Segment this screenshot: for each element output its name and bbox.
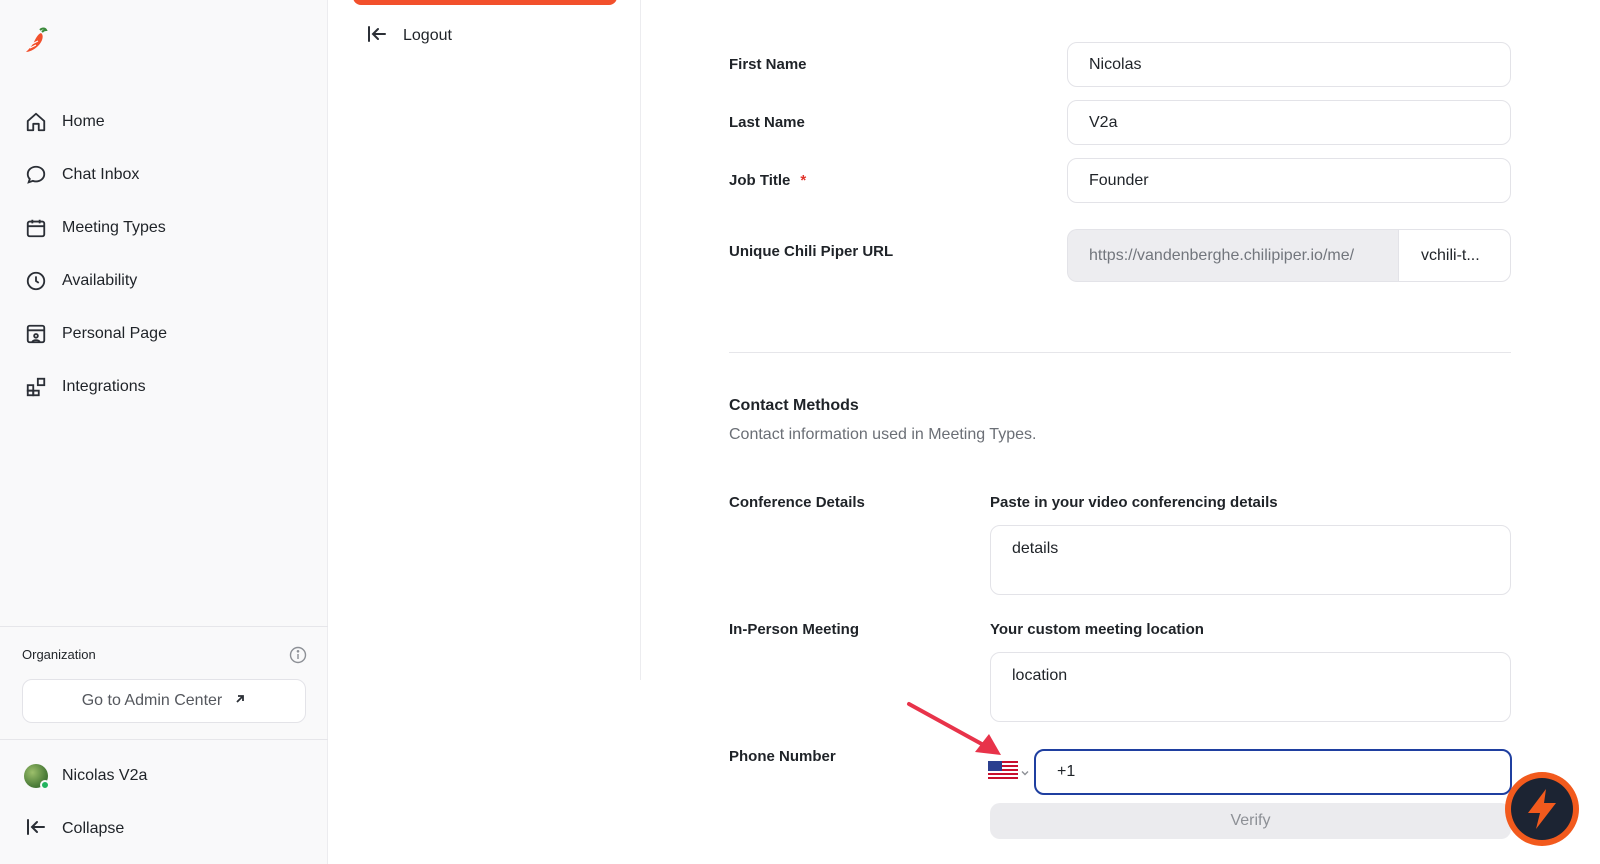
chevron-down-icon[interactable] (1020, 765, 1030, 776)
profile-menu-column: Logout (329, 0, 641, 680)
sidebar-item-label: Chat Inbox (62, 166, 140, 183)
collapse-arrow-icon (24, 815, 48, 844)
url-prefix: https://vandenberghe.chilipiper.io/me/ (1067, 229, 1398, 282)
avatar (24, 764, 50, 790)
collapse-label: Collapse (62, 820, 125, 837)
first-name-input[interactable]: Nicolas (1067, 42, 1511, 87)
conference-details-sublabel: Paste in your video conferencing details (990, 494, 1278, 511)
annotation-arrow-icon (907, 702, 1001, 755)
online-status-dot (40, 780, 50, 790)
job-title-label-text: Job Title (729, 172, 791, 189)
conference-details-textarea[interactable]: details (990, 525, 1511, 595)
job-title-input[interactable]: Founder (1067, 158, 1511, 203)
us-flag-icon[interactable] (988, 761, 1018, 781)
sidebar-item-availability[interactable]: Availability (24, 261, 304, 301)
logout-label: Logout (403, 27, 452, 44)
arrow-up-right-icon (234, 692, 246, 710)
phone-number-input[interactable]: +1 (1034, 749, 1512, 795)
conference-details-label: Conference Details (729, 494, 865, 511)
section-divider (729, 352, 1511, 353)
organization-section: Organization Go to Admin Center (0, 626, 328, 740)
sidebar-item-label: Meeting Types (62, 219, 166, 236)
phone-number-label: Phone Number (729, 748, 836, 765)
clock-icon (24, 269, 48, 293)
sidebar-item-home[interactable]: Home (24, 102, 304, 142)
sidebar-item-label: Personal Page (62, 325, 167, 342)
admin-button-label: Go to Admin Center (81, 692, 223, 709)
url-slug-input[interactable]: vchili-t... (1398, 229, 1511, 282)
first-name-label: First Name (729, 56, 807, 73)
personal-page-icon (24, 322, 48, 346)
sidebar-item-integrations[interactable]: Integrations (24, 367, 304, 407)
verify-button[interactable]: Verify (990, 803, 1511, 839)
info-icon[interactable] (289, 646, 307, 664)
chat-bubble-icon (24, 163, 48, 187)
sidebar-item-label: Integrations (62, 378, 146, 395)
sidebar-item-meeting-types[interactable]: Meeting Types (24, 208, 304, 248)
lightning-bolt-icon (1511, 778, 1573, 840)
sidebar-item-label: Home (62, 113, 105, 130)
integrations-icon (24, 375, 48, 399)
required-marker: * (800, 172, 807, 189)
sidebar-item-label: Availability (62, 272, 138, 289)
user-name: Nicolas V2a (62, 767, 148, 784)
sidebar: Home Chat Inbox Meeting Types Availabili… (0, 0, 328, 864)
chili-piper-logo-icon[interactable] (24, 26, 50, 56)
contact-methods-subtitle: Contact information used in Meeting Type… (729, 426, 1037, 443)
go-to-admin-center-button[interactable]: Go to Admin Center (22, 679, 306, 723)
contact-methods-title: Contact Methods (729, 397, 859, 414)
organization-title: Organization (22, 647, 96, 662)
sidebar-item-personal-page[interactable]: Personal Page (24, 314, 304, 354)
user-profile[interactable]: Nicolas V2a (24, 756, 147, 796)
in-person-meeting-sublabel: Your custom meeting location (990, 621, 1204, 638)
last-name-label: Last Name (729, 114, 805, 131)
calendar-icon (24, 216, 48, 240)
chili-piper-launcher-button[interactable] (1505, 772, 1579, 846)
last-name-input[interactable]: V2a (1067, 100, 1511, 145)
in-person-meeting-label: In-Person Meeting (729, 621, 860, 638)
sidebar-item-chat-inbox[interactable]: Chat Inbox (24, 155, 304, 195)
unique-url-label: Unique Chili Piper URL (729, 243, 894, 260)
home-icon (24, 110, 48, 134)
in-person-location-textarea[interactable]: location (990, 652, 1511, 722)
logout-button[interactable]: Logout (365, 20, 452, 52)
logout-icon (365, 22, 389, 51)
collapse-button[interactable]: Collapse (24, 809, 124, 849)
active-tab-indicator (353, 0, 617, 5)
job-title-label: Job Title * (729, 172, 806, 189)
